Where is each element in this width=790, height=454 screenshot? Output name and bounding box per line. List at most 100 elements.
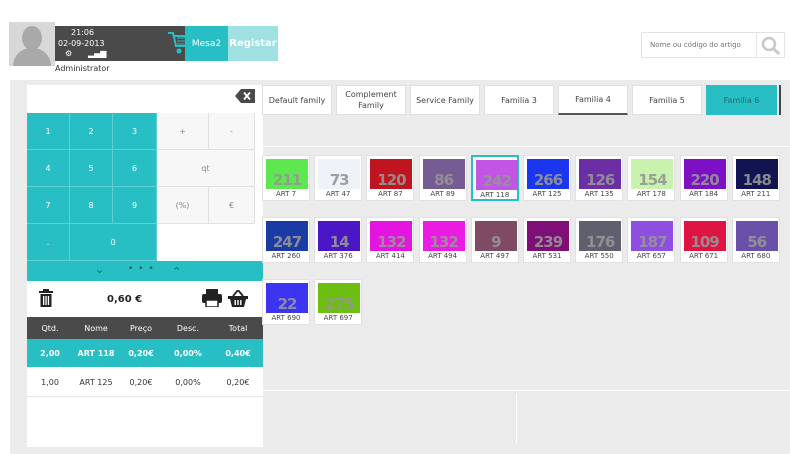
tab-familia-4[interactable]: Familia 4 — [558, 85, 628, 115]
row-price: 0,20€ — [129, 378, 153, 387]
article-number: 14 — [329, 233, 350, 251]
key-9[interactable]: 9 — [113, 187, 157, 224]
article-tile[interactable]: 148 ART 211 — [731, 155, 780, 201]
row-name: ART 125 — [79, 378, 113, 387]
article-number: 176 — [586, 233, 615, 251]
article-label: ART 690 — [271, 314, 301, 322]
tabs-scroll-marker — [779, 85, 781, 115]
key-5[interactable]: 5 — [70, 150, 113, 187]
article-number: 86 — [434, 171, 454, 189]
article-number: 275 — [325, 295, 354, 313]
tab-complement-family[interactable]: Complement Family — [336, 85, 406, 115]
key-2[interactable]: 2 — [70, 113, 113, 150]
key-1[interactable]: 1 — [27, 113, 70, 150]
chevron-up-icon[interactable]: ⌃ — [172, 265, 181, 278]
printer-icon[interactable] — [202, 289, 222, 307]
basket-icon[interactable] — [228, 290, 248, 307]
key-4[interactable]: 4 — [27, 150, 70, 187]
clock-time: 21:06 — [71, 28, 95, 37]
article-tile[interactable]: 187 ART 657 — [627, 217, 676, 263]
more-icon[interactable]: • • • — [128, 264, 155, 274]
row-qty: 1,00 — [41, 378, 59, 387]
article-label: ART 89 — [430, 190, 455, 198]
article-tile[interactable]: 132 ART 414 — [366, 217, 415, 263]
article-tile[interactable]: 120 ART 87 — [366, 155, 415, 201]
article-tile[interactable]: 211 ART 7 — [262, 155, 310, 201]
key-quantity[interactable]: qt — [157, 150, 255, 187]
article-tile[interactable]: 154 ART 178 — [627, 155, 676, 201]
article-tile[interactable]: 239 ART 531 — [523, 217, 571, 263]
article-tile[interactable]: 126 ART 135 — [575, 155, 624, 201]
article-tile[interactable]: 22 ART 690 — [262, 279, 310, 325]
article-number: 73 — [329, 171, 350, 189]
clock-date: 02-09-2013 — [58, 39, 105, 48]
article-tile[interactable]: 242 ART 118 — [470, 155, 519, 201]
article-tile[interactable]: 220 ART 184 — [679, 155, 728, 201]
article-tile[interactable]: 275 ART 697 — [314, 279, 363, 325]
article-tile[interactable]: 14 ART 376 — [314, 217, 363, 263]
session-info: 21:06 02-09-2013 ⚙ ▂▄▆ — [55, 26, 228, 61]
article-tile[interactable]: 247 ART 260 — [262, 217, 310, 263]
key-euro[interactable]: € — [209, 187, 255, 224]
article-swatch: 9 — [474, 221, 517, 251]
tab-familia-5[interactable]: Familia 5 — [632, 85, 702, 115]
key-plus[interactable]: + — [157, 113, 209, 150]
article-swatch: 86 — [422, 159, 465, 189]
table-row[interactable]: 1,00 ART 125 0,20€ 0,00% 0,20€ — [27, 369, 263, 397]
order-table-header: Qtd. Nome Preço Desc. Total — [27, 317, 263, 339]
search-input[interactable] — [641, 32, 757, 58]
trash-icon[interactable] — [39, 289, 53, 307]
tab-familia-3[interactable]: Familia 3 — [484, 85, 554, 115]
article-swatch: 56 — [735, 221, 778, 251]
article-tile[interactable]: 109 ART 671 — [679, 217, 728, 263]
article-swatch: 154 — [631, 159, 674, 189]
article-number: 132 — [377, 233, 406, 251]
main-area: 1 2 3 + - 4 5 6 qt 7 8 9 (%) € . 0 ⌄ • •… — [10, 80, 790, 454]
article-tile[interactable]: 176 ART 550 — [575, 217, 624, 263]
gear-icon[interactable]: ⚙ — [65, 49, 72, 58]
backspace-icon[interactable] — [235, 89, 255, 103]
key-decimal[interactable]: . — [27, 224, 70, 261]
key-3[interactable]: 3 — [113, 113, 157, 150]
article-swatch: 148 — [735, 159, 778, 189]
key-6[interactable]: 6 — [113, 150, 157, 187]
key-7[interactable]: 7 — [27, 187, 70, 224]
article-tile[interactable]: 266 ART 125 — [523, 155, 571, 201]
register-button[interactable]: Registar — [228, 26, 278, 61]
key-percent[interactable]: (%) — [157, 187, 209, 224]
tab-familia-6[interactable]: Familia 6 — [706, 85, 777, 115]
key-0[interactable]: 0 — [70, 224, 157, 261]
article-tile[interactable]: 86 ART 89 — [418, 155, 467, 201]
article-label: ART 135 — [584, 190, 614, 198]
article-number: 242 — [482, 172, 512, 190]
article-number: 9 — [491, 233, 501, 251]
tab-default-family[interactable]: Default family — [262, 85, 332, 115]
order-nav-bar: ⌄ • • • ⌃ — [27, 261, 263, 281]
article-label: ART 184 — [689, 190, 719, 198]
article-number: 120 — [377, 171, 406, 189]
article-tile[interactable]: 9 ART 497 — [470, 217, 519, 263]
article-swatch: 211 — [266, 159, 308, 189]
chevron-down-icon[interactable]: ⌄ — [95, 263, 104, 276]
article-tile[interactable]: 56 ART 680 — [731, 217, 780, 263]
article-number: 22 — [277, 295, 298, 313]
article-tile[interactable]: 132 ART 494 — [418, 217, 467, 263]
article-label: ART 531 — [532, 252, 562, 260]
key-minus[interactable]: - — [209, 113, 255, 150]
table-row[interactable]: 2,00 ART 118 0,20€ 0,00% 0,40€ — [27, 339, 263, 367]
article-label: ART 125 — [532, 190, 562, 198]
key-8[interactable]: 8 — [70, 187, 113, 224]
article-number: 239 — [533, 233, 563, 251]
article-swatch: 275 — [318, 283, 361, 313]
article-number: 109 — [690, 233, 719, 251]
order-panel: 1 2 3 + - 4 5 6 qt 7 8 9 (%) € . 0 ⌄ • •… — [27, 85, 263, 447]
user-name: Administrator — [55, 64, 110, 73]
search-icon[interactable] — [757, 32, 785, 58]
tab-service-family[interactable]: Service Family — [410, 85, 480, 115]
table-button[interactable]: Mesa2 — [185, 26, 228, 61]
article-swatch: 73 — [318, 159, 361, 189]
article-swatch: 242 — [475, 160, 518, 190]
article-tile[interactable]: 73 ART 47 — [314, 155, 363, 201]
article-label: ART 494 — [428, 252, 458, 260]
article-swatch: 126 — [579, 159, 622, 189]
